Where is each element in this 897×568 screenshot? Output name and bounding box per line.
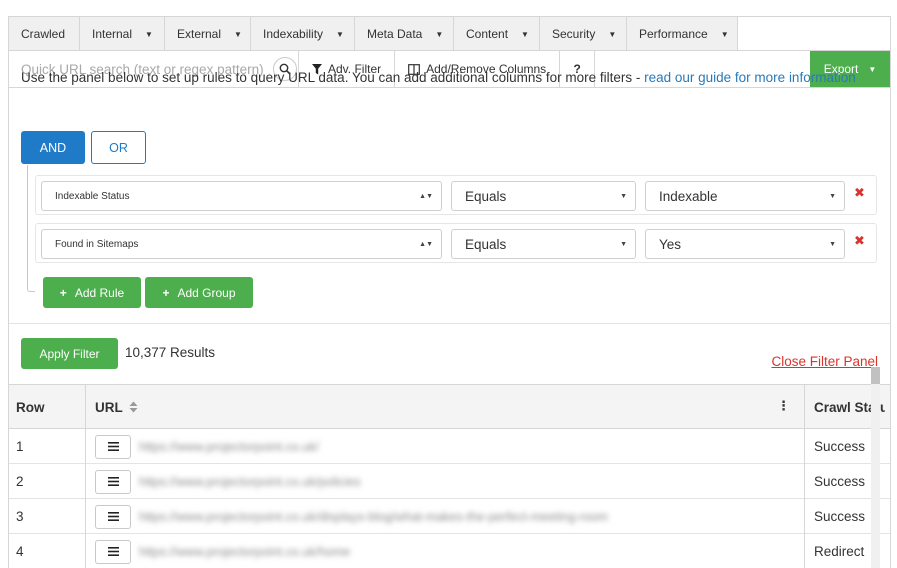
- guide-link[interactable]: read our guide for more information: [644, 70, 856, 85]
- apply-row: Apply Filter 10,377 Results Close Filter…: [9, 324, 890, 385]
- filter-panel: Use the panel below to set up rules to q…: [9, 17, 890, 324]
- table-row: 2 https://www.projectorpoint.co.uk/polic…: [9, 464, 890, 499]
- table-row: 1 https://www.projectorpoint.co.uk/ Succ…: [9, 429, 890, 464]
- hamburger-icon: [107, 442, 119, 451]
- sort-icon[interactable]: [129, 401, 138, 413]
- rule-field-select[interactable]: Indexable Status ▲▼: [41, 181, 442, 211]
- plus-icon: +: [59, 285, 67, 300]
- row-menu-button[interactable]: [95, 434, 131, 459]
- hamburger-icon: [107, 477, 119, 486]
- table-scrollbar[interactable]: [871, 367, 880, 568]
- close-filter-panel-link[interactable]: Close Filter Panel: [771, 354, 878, 369]
- group-connector: [27, 165, 35, 292]
- url-cell[interactable]: https://www.projectorpoint.co.uk/home: [139, 545, 350, 559]
- rule-value-select[interactable]: Indexable ▼: [645, 181, 845, 211]
- plus-icon: +: [162, 285, 170, 300]
- url-cell[interactable]: https://www.projectorpoint.co.uk/: [139, 440, 319, 454]
- filter-rule: Indexable Status ▲▼ Equals ▼ Indexable ▼ ✖: [35, 175, 877, 215]
- table-header: Row URL ⋮ Crawl Status: [9, 385, 890, 429]
- remove-rule-icon[interactable]: ✖: [854, 185, 865, 201]
- filter-intro: Use the panel below to set up rules to q…: [21, 70, 856, 85]
- add-rule-button[interactable]: + Add Rule: [43, 277, 141, 308]
- column-header-row: Row: [9, 385, 86, 429]
- hamburger-icon: [107, 512, 119, 521]
- row-number: 1: [9, 429, 86, 464]
- rule-value-select[interactable]: Yes ▼: [645, 229, 845, 259]
- chevron-down-icon: ▼: [620, 240, 627, 248]
- column-header-url[interactable]: URL ⋮: [86, 385, 805, 429]
- dropdown-arrow-icon: ▲▼: [419, 192, 433, 200]
- scrollbar-thumb[interactable]: [871, 367, 880, 384]
- rule-field-select[interactable]: Found in Sitemaps ▲▼: [41, 229, 442, 259]
- results-count: 10,377 Results: [125, 345, 216, 360]
- row-menu-button[interactable]: [95, 539, 131, 564]
- or-toggle-button[interactable]: OR: [91, 131, 146, 164]
- table-row: 4 https://www.projectorpoint.co.uk/home …: [9, 534, 890, 568]
- chevron-down-icon: ▼: [829, 240, 836, 248]
- add-group-button[interactable]: + Add Group: [145, 277, 253, 308]
- rule-operator-select[interactable]: Equals ▼: [451, 229, 636, 259]
- and-toggle-button[interactable]: AND: [21, 131, 85, 164]
- url-table: Row URL ⋮ Crawl Status 1 https://www.pro…: [9, 385, 890, 568]
- dropdown-arrow-icon: ▲▼: [419, 240, 433, 248]
- rule-operator-select[interactable]: Equals ▼: [451, 181, 636, 211]
- chevron-down-icon: ▼: [829, 192, 836, 200]
- table-row: 3 https://www.projectorpoint.co.uk/displ…: [9, 499, 890, 534]
- row-number: 3: [9, 499, 86, 534]
- filter-rule: Found in Sitemaps ▲▼ Equals ▼ Yes ▼ ✖: [35, 223, 877, 263]
- remove-rule-icon[interactable]: ✖: [854, 233, 865, 249]
- chevron-down-icon: ▼: [620, 192, 627, 200]
- column-menu-icon[interactable]: ⋮: [777, 399, 790, 412]
- row-number: 4: [9, 534, 86, 568]
- url-explorer-panel: Crawled Internal ▼ External ▼ Indexability…: [8, 16, 891, 568]
- row-number: 2: [9, 464, 86, 499]
- row-menu-button[interactable]: [95, 504, 131, 529]
- url-cell[interactable]: https://www.projectorpoint.co.uk/policie…: [139, 475, 361, 489]
- hamburger-icon: [107, 547, 119, 556]
- url-cell[interactable]: https://www.projectorpoint.co.uk/display…: [139, 510, 608, 524]
- apply-filter-button[interactable]: Apply Filter: [21, 338, 118, 369]
- row-menu-button[interactable]: [95, 469, 131, 494]
